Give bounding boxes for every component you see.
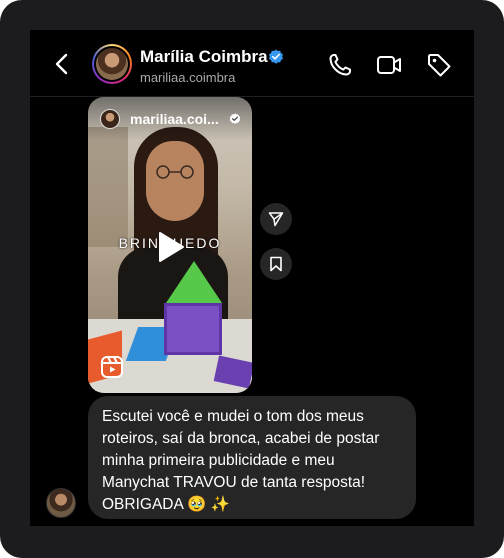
save-reel-button[interactable]: [260, 248, 292, 280]
reels-icon: [101, 356, 123, 378]
phone-icon[interactable]: [327, 52, 353, 78]
contact-handle: mariliaa.coimbra: [140, 70, 236, 85]
shared-reel-card[interactable]: mariliaa.coi... BRINQUEDO: [88, 97, 252, 393]
reel-username: mariliaa.coi...: [130, 111, 219, 127]
dm-thread-screen: Marília Coimbra mariliaa.coimbra marilia…: [30, 30, 474, 526]
chat-header: Marília Coimbra mariliaa.coimbra: [30, 30, 474, 97]
send-icon: [268, 212, 284, 227]
contact-avatar[interactable]: [92, 44, 132, 84]
contact-name[interactable]: Marília Coimbra: [140, 47, 268, 67]
verified-badge-icon: [269, 49, 283, 64]
sender-avatar[interactable]: [46, 488, 76, 518]
message-bubble[interactable]: Escutei você e mudei o tom dos meus rote…: [88, 396, 416, 519]
device-frame: Marília Coimbra mariliaa.coimbra marilia…: [0, 0, 504, 558]
video-camera-icon[interactable]: [376, 52, 402, 78]
tag-icon[interactable]: [426, 52, 452, 78]
reel-author-avatar: [100, 109, 120, 129]
chevron-left-icon[interactable]: [52, 52, 72, 76]
bookmark-icon: [270, 256, 282, 272]
message-text: Escutei você e mudei o tom dos meus rote…: [102, 408, 384, 513]
reel-header: mariliaa.coi...: [88, 97, 252, 141]
verified-badge-icon: [229, 113, 241, 125]
share-reel-button[interactable]: [260, 203, 292, 235]
play-icon[interactable]: [157, 231, 185, 263]
